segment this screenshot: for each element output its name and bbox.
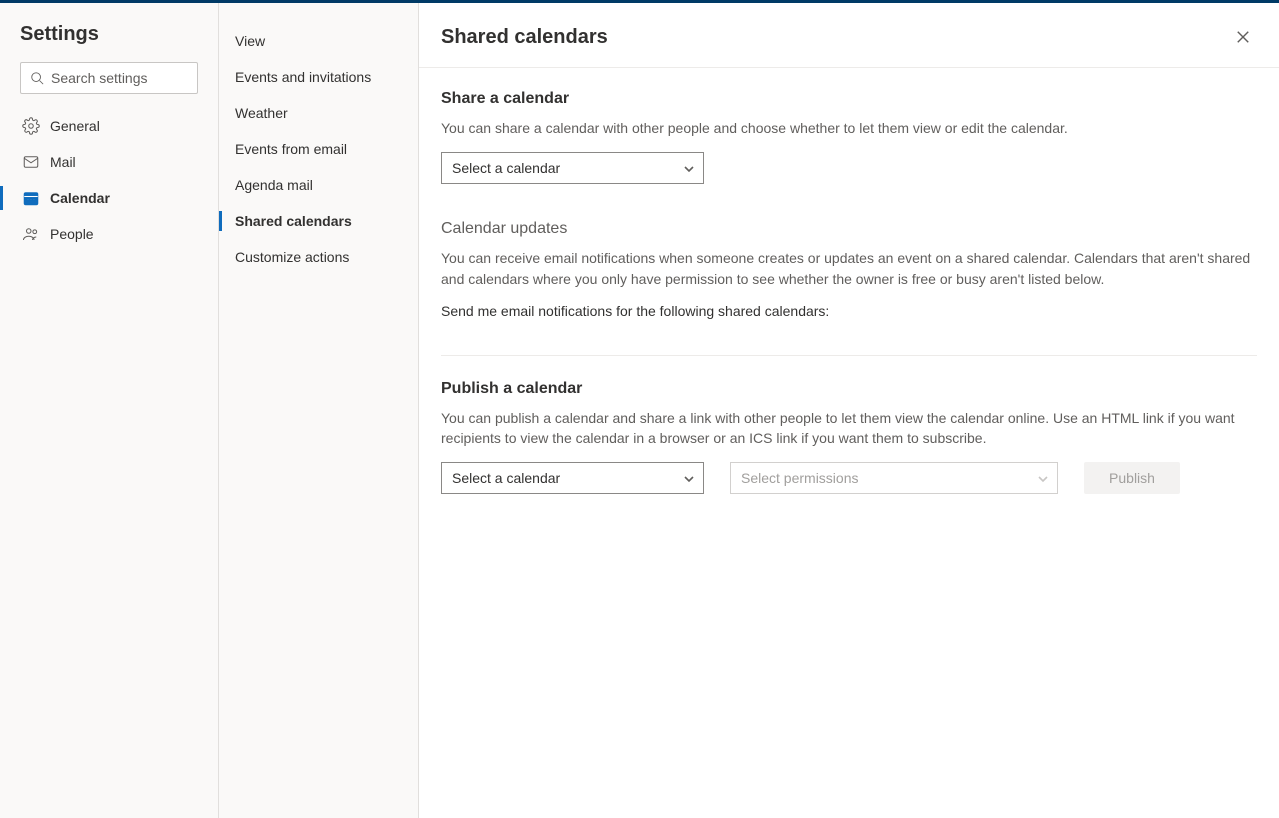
subnav-item-label: Shared calendars (235, 213, 352, 229)
sidebar-item-label: Mail (50, 154, 76, 170)
main-header: Shared calendars (419, 3, 1279, 68)
subnav-item-label: Weather (235, 105, 288, 121)
share-calendar-select-label: Select a calendar (452, 160, 560, 176)
publish-button-label: Publish (1109, 470, 1155, 486)
settings-nav: General Mail Calendar (10, 108, 208, 252)
subnav-item-agenda-mail[interactable]: Agenda mail (219, 167, 418, 203)
close-button[interactable] (1227, 21, 1259, 53)
subnav-item-label: View (235, 33, 265, 49)
calendar-icon (22, 189, 40, 207)
chevron-down-icon (1037, 472, 1049, 484)
calendar-updates-section: Calendar updates You can receive email n… (441, 220, 1257, 319)
subnav-item-label: Events from email (235, 141, 347, 157)
close-icon (1236, 30, 1250, 44)
sidebar-item-general[interactable]: General (10, 108, 208, 144)
share-calendar-heading: Share a calendar (441, 90, 1257, 108)
publish-calendar-heading: Publish a calendar (441, 380, 1257, 398)
divider (441, 355, 1257, 356)
subnav-item-label: Agenda mail (235, 177, 313, 193)
sidebar-item-calendar[interactable]: Calendar (10, 180, 208, 216)
mail-icon (22, 153, 40, 171)
main-pane: Shared calendars Share a calendar You ca… (419, 3, 1279, 818)
publish-button: Publish (1084, 462, 1180, 494)
publish-controls-row: Select a calendar Select permissions Pub… (441, 462, 1257, 494)
share-calendar-section: Share a calendar You can share a calenda… (441, 90, 1257, 184)
calendar-updates-heading: Calendar updates (441, 220, 1257, 238)
search-input[interactable] (20, 62, 198, 94)
subnav-item-shared-calendars[interactable]: Shared calendars (219, 203, 418, 239)
subnav-item-view[interactable]: View (219, 23, 418, 59)
publish-calendar-select[interactable]: Select a calendar (441, 462, 704, 494)
chevron-down-icon (683, 472, 695, 484)
subnav-item-customize[interactable]: Customize actions (219, 239, 418, 275)
sidebar-item-label: Calendar (50, 190, 110, 206)
main-body: Share a calendar You can share a calenda… (419, 68, 1279, 818)
publish-permissions-select-label: Select permissions (741, 470, 859, 486)
calendar-updates-followup: Send me email notifications for the foll… (441, 303, 1257, 319)
settings-sidebar: Settings General Mail (0, 3, 219, 818)
calendar-subnav: View Events and invitations Weather Even… (219, 3, 419, 818)
publish-permissions-select: Select permissions (730, 462, 1058, 494)
sidebar-item-label: General (50, 118, 100, 134)
sidebar-item-mail[interactable]: Mail (10, 144, 208, 180)
subnav-item-events-email[interactable]: Events from email (219, 131, 418, 167)
search-wrap (20, 62, 198, 94)
sidebar-item-label: People (50, 226, 94, 242)
subnav-item-label: Customize actions (235, 249, 349, 265)
publish-calendar-select-label: Select a calendar (452, 470, 560, 486)
gear-icon (22, 117, 40, 135)
chevron-down-icon (683, 162, 695, 174)
search-icon (30, 71, 44, 85)
subnav-item-label: Events and invitations (235, 69, 371, 85)
subnav-item-weather[interactable]: Weather (219, 95, 418, 131)
publish-calendar-section: Publish a calendar You can publish a cal… (441, 380, 1257, 495)
share-calendar-select[interactable]: Select a calendar (441, 152, 704, 184)
page-title: Shared calendars (441, 26, 608, 49)
publish-calendar-desc: You can publish a calendar and share a l… (441, 408, 1257, 449)
settings-title: Settings (20, 23, 208, 46)
people-icon (22, 225, 40, 243)
sidebar-item-people[interactable]: People (10, 216, 208, 252)
share-calendar-desc: You can share a calendar with other peop… (441, 118, 1257, 138)
subnav-item-events[interactable]: Events and invitations (219, 59, 418, 95)
calendar-updates-desc: You can receive email notifications when… (441, 248, 1257, 289)
